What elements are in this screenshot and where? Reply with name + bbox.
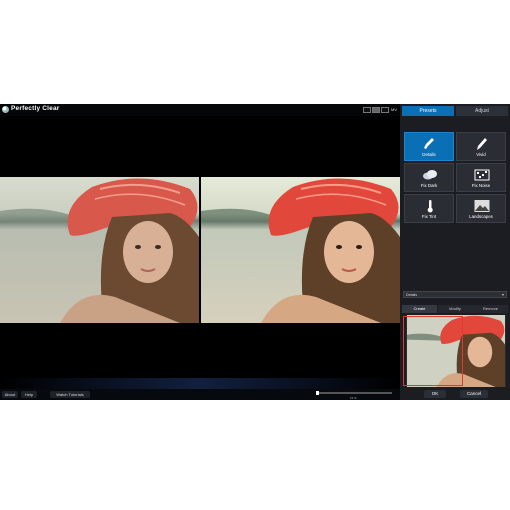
category-select[interactable]: Details ▾	[403, 291, 507, 298]
navigator-viewport-frame[interactable]	[403, 316, 463, 386]
preset-fix-tint[interactable]: Fix Tint	[404, 194, 454, 223]
preset-label: Fix Dark	[420, 183, 438, 188]
ok-button[interactable]: OK	[424, 390, 446, 398]
image-canvas	[0, 116, 400, 389]
after-image	[201, 177, 400, 323]
app-window: Perfectly Clear MV About Help Watch Tuto…	[0, 104, 510, 400]
preset-label: Vivid	[476, 152, 486, 157]
cancel-button[interactable]: Cancel	[460, 390, 488, 398]
noise-icon	[474, 169, 490, 181]
preset-details[interactable]: Details	[404, 132, 454, 161]
tab-presets[interactable]: Presets	[402, 106, 454, 116]
preset-label: Landscapes	[469, 214, 493, 219]
app-logo-icon	[2, 106, 9, 113]
about-button[interactable]: About	[2, 391, 18, 398]
preset-label: Fix Noise	[471, 183, 491, 188]
thermometer-icon	[427, 200, 433, 213]
brush-icon	[424, 138, 434, 149]
view-mode-toolbar	[363, 107, 389, 113]
pen-icon	[477, 138, 487, 150]
sub-tabs: Create Modify Remove	[402, 305, 508, 313]
side-by-side-view-icon[interactable]	[381, 107, 389, 113]
preset-label: Details	[422, 152, 436, 157]
tab-adjust[interactable]: Adjust	[456, 106, 508, 116]
tab-remove[interactable]: Remove	[473, 305, 508, 313]
cloud-icon	[423, 170, 437, 180]
tab-create[interactable]: Create	[402, 305, 437, 313]
help-button[interactable]: Help	[21, 391, 37, 398]
app-title: Perfectly Clear	[11, 105, 60, 112]
chevron-down-icon: ▾	[501, 292, 504, 297]
watch-tutorials-button[interactable]: Watch Tutorials	[50, 391, 90, 398]
preset-fix-noise[interactable]: Fix Noise	[456, 163, 506, 192]
bottom-toolbar: About Help Watch Tutorials 15 %	[0, 389, 400, 400]
view-mode-label[interactable]: MV	[391, 107, 397, 112]
single-view-icon[interactable]	[363, 107, 371, 113]
title-bar: Perfectly Clear MV	[0, 104, 400, 116]
preset-label: Fix Tint	[421, 214, 437, 219]
zoom-level: 15 %	[350, 396, 357, 400]
zoom-slider[interactable]	[316, 392, 392, 394]
side-panel: Presets Adjust Details Vivid Fix Dark Fi…	[400, 104, 510, 400]
split-view-icon[interactable]	[372, 107, 380, 113]
preset-landscapes[interactable]: Landscapes	[456, 194, 506, 223]
before-image	[0, 177, 199, 323]
category-select-value: Details	[406, 293, 417, 297]
tab-modify[interactable]: Modify	[437, 305, 473, 313]
panel-tabs: Presets Adjust	[400, 106, 510, 116]
zoom-slider-handle[interactable]	[316, 391, 319, 395]
preset-vivid[interactable]: Vivid	[456, 132, 506, 161]
landscape-icon	[474, 200, 490, 212]
preset-fix-dark[interactable]: Fix Dark	[404, 163, 454, 192]
